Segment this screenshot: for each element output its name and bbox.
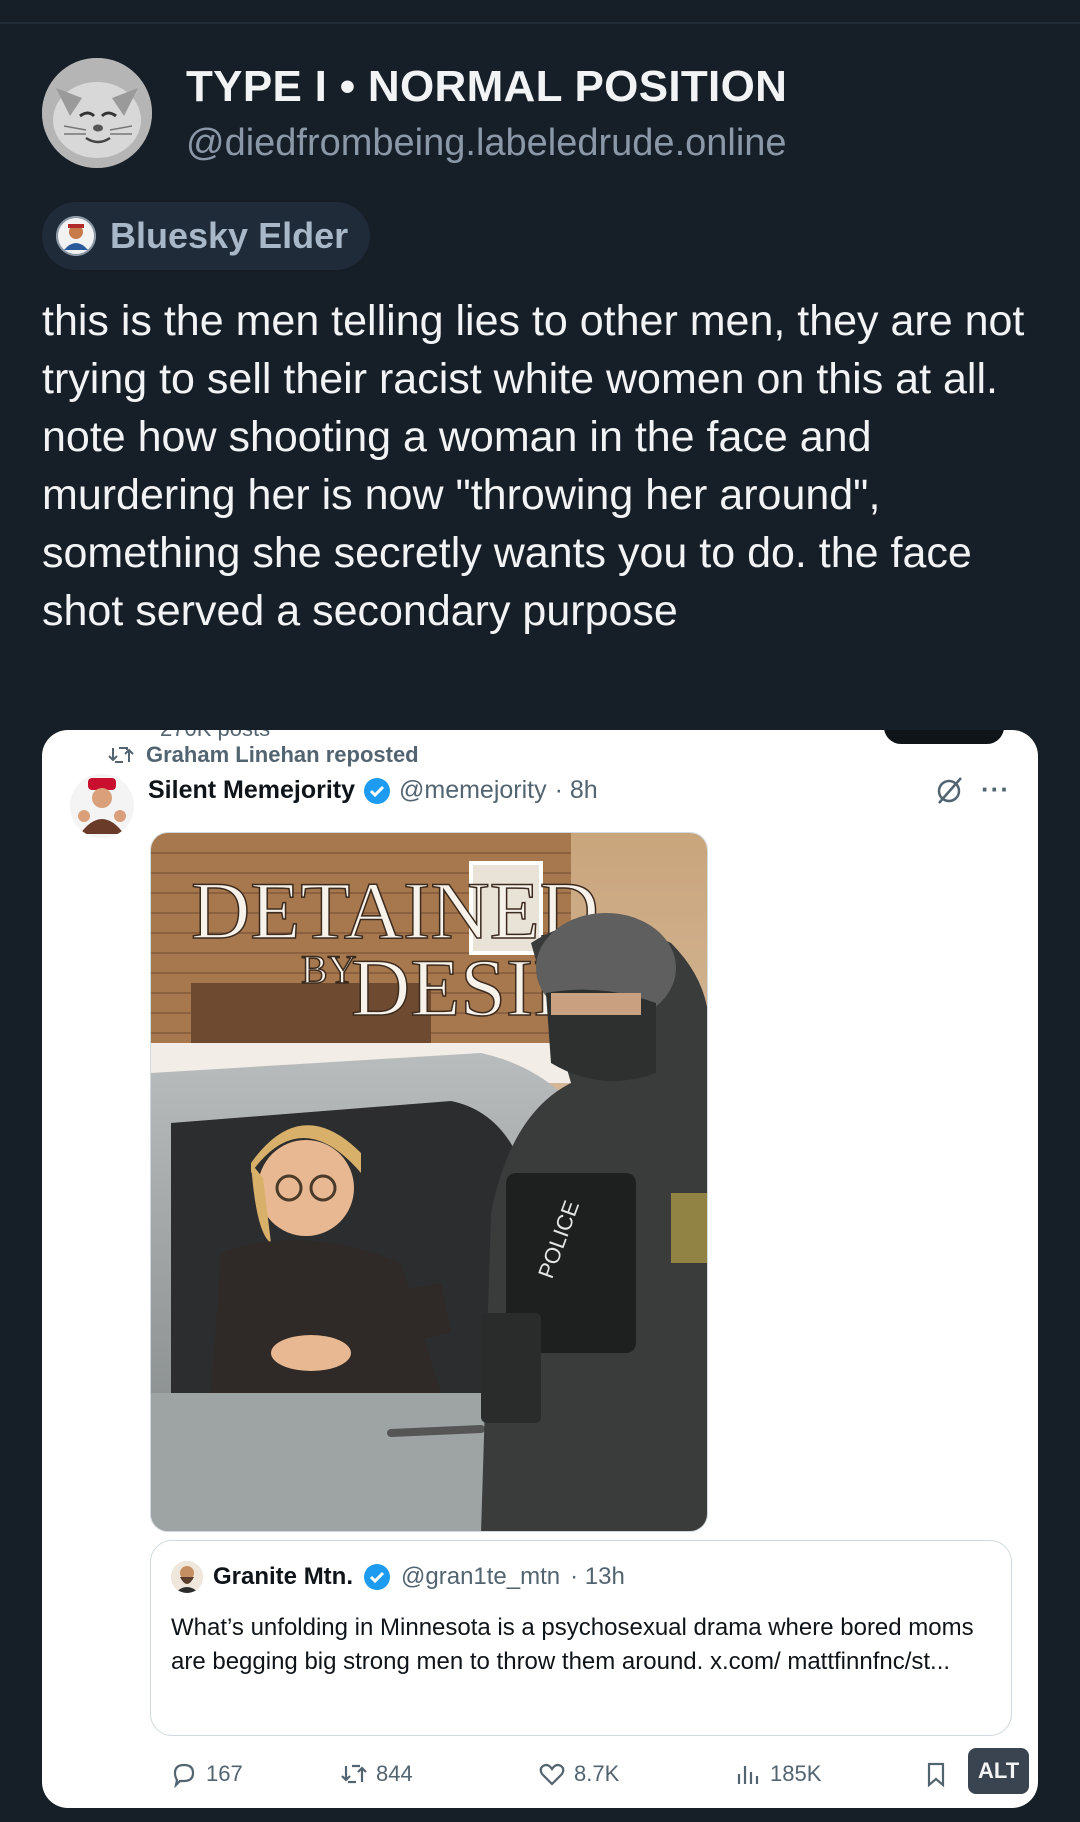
quoted-time: · 13h [570, 1563, 625, 1590]
like-count: 8.7K [574, 1761, 620, 1786]
cat-avatar-image [42, 58, 152, 168]
reply-icon [173, 1763, 195, 1788]
bookmark-icon [927, 1762, 945, 1788]
post-text: this is the men telling lies to other me… [42, 297, 1025, 635]
bluesky-elder-badge[interactable]: Bluesky Elder [42, 202, 371, 270]
post-image-embed[interactable]: 270K posts Graham Linehan reposted Silen… [42, 730, 1038, 1808]
reply-count: 167 [206, 1761, 243, 1786]
quoted-tweet: Granite Mtn. @gran1te_mtn · 13h What’s u… [150, 1540, 1012, 1736]
tweet-author-name: Silent Memejority [148, 776, 355, 804]
quoted-verified-badge-icon [364, 1564, 391, 1590]
cutoff-button [884, 730, 1004, 744]
tweet-author-avatar [70, 774, 134, 838]
author-handle[interactable]: @diedfrombeing.labeledrude.online [186, 122, 787, 165]
grok-icon [937, 776, 962, 804]
tweet-header: Silent Memejority @memejority · 8h [148, 776, 598, 805]
tweet-action-bar: 167 844 8.7K 185K [150, 1760, 1010, 1800]
tweet-time: · 8h [554, 776, 598, 804]
like-action: 8.7K [538, 1760, 619, 1788]
heart-icon [539, 1763, 565, 1786]
verified-badge-icon [364, 777, 390, 804]
cutoff-posts-count: 270K posts [160, 730, 270, 742]
reply-action: 167 [170, 1760, 243, 1788]
book-cover-illustration: DETAINED BY DESIRE POLICE [151, 833, 707, 1531]
views-count: 185K [770, 1761, 822, 1786]
bookmark-action [922, 1760, 950, 1788]
badge-avatar-icon [56, 216, 96, 256]
alt-text-badge[interactable]: ALT [968, 1748, 1030, 1794]
quoted-tweet-text: What’s unfolding in Minnesota is a psych… [171, 1614, 974, 1675]
views-chart-icon [737, 1766, 759, 1784]
author-display-name[interactable]: TYPE I • NORMAL POSITION [186, 62, 787, 112]
repost-indicator: Graham Linehan reposted [108, 742, 419, 768]
quoted-author-name: Granite Mtn. [213, 1563, 354, 1590]
top-divider [0, 22, 1080, 24]
author-avatar[interactable] [42, 58, 152, 168]
repost-count: 844 [376, 1761, 413, 1786]
tweet-header-controls: ··· [935, 774, 1010, 805]
badge-label: Bluesky Elder [110, 215, 349, 256]
more-options-icon: ··· [981, 774, 1010, 804]
views-action: 185K [734, 1760, 821, 1788]
repost-icon [108, 747, 134, 763]
book-cover-image: DETAINED BY DESIRE POLICE [150, 832, 708, 1532]
repost-text: Graham Linehan reposted [146, 742, 419, 767]
tweet-author-handle: @memejority [399, 776, 547, 804]
quoted-tweet-header: Granite Mtn. @gran1te_mtn · 13h [171, 1561, 625, 1593]
quoted-author-handle: @gran1te_mtn [401, 1563, 561, 1590]
cover-title-line-2: BY [301, 947, 357, 992]
quoted-author-avatar [171, 1561, 203, 1593]
retweet-icon [341, 1764, 367, 1784]
repost-action: 844 [340, 1760, 413, 1788]
